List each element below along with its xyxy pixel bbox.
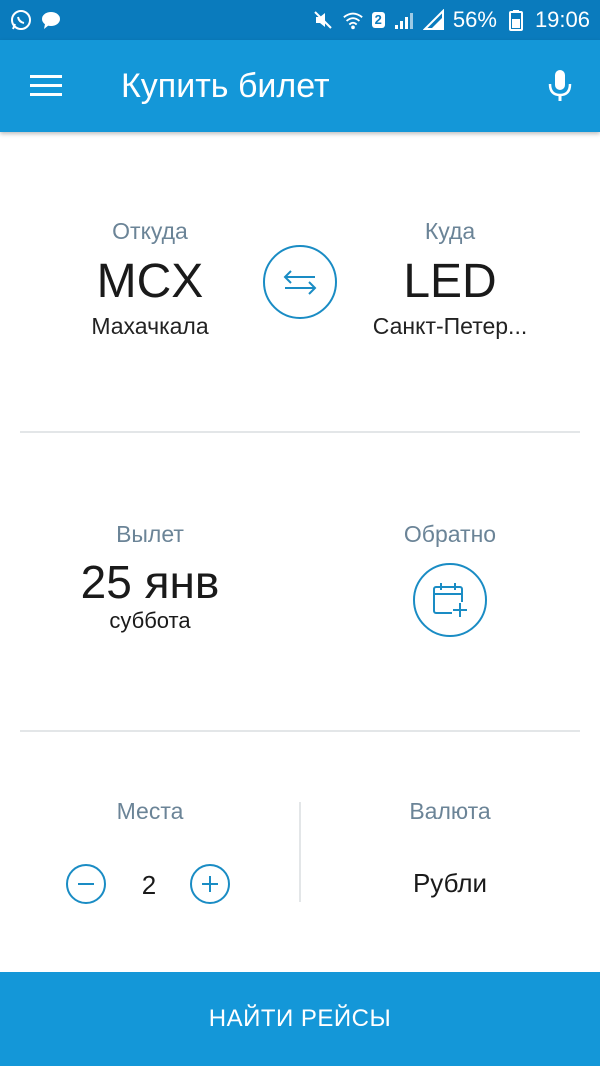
seats-label: Места (116, 798, 184, 824)
destination-label: Куда (424, 218, 476, 244)
increment-seats-button[interactable] (190, 864, 230, 904)
battery-icon (505, 9, 527, 31)
sim-badge: 2 (371, 12, 385, 28)
mute-icon (312, 9, 334, 31)
hamburger-menu-icon[interactable] (22, 66, 70, 106)
destination-selector[interactable]: Куда LED Санкт-Петер... (330, 218, 570, 340)
page-title: Купить билет (121, 67, 330, 105)
route-section: Откуда MCX Махачкала Куда LED Санкт-Пете… (0, 132, 600, 432)
destination-city: Санкт-Петер... (372, 313, 528, 339)
seats-count: 2 (141, 870, 157, 900)
calendar-add-icon (433, 583, 468, 618)
return-date-button[interactable] (413, 563, 487, 637)
status-bar-left (10, 9, 62, 31)
destination-code: LED (403, 255, 497, 308)
currency-label: Валюта (409, 798, 491, 824)
chat-bubble-icon (40, 9, 62, 31)
return-label: Обратно (403, 521, 497, 547)
swap-arrows-icon (283, 270, 317, 295)
clock: 19:06 (534, 7, 590, 32)
divider (20, 431, 580, 433)
vertical-divider (299, 802, 301, 902)
divider (20, 730, 580, 732)
swap-button[interactable] (263, 245, 337, 319)
whatsapp-icon (10, 9, 32, 31)
origin-label: Откуда (112, 218, 188, 244)
microphone-icon[interactable] (538, 64, 582, 108)
plus-icon (202, 876, 218, 892)
seats-stepper: 2 (66, 864, 232, 906)
currency-selector[interactable]: Рубли (330, 868, 570, 899)
return-date-header: Обратно (330, 521, 570, 548)
origin-code: MCX (96, 255, 204, 308)
departure-weekday: суббота (109, 608, 191, 633)
seats-header: Места (30, 798, 270, 825)
departure-label: Вылет (116, 521, 184, 547)
app-bar: Купить билет (0, 40, 600, 132)
departure-date: 25 янв (80, 556, 220, 608)
origin-selector[interactable]: Откуда MCX Махачкала (30, 218, 270, 340)
departure-date-selector[interactable]: Вылет 25 янв суббота (30, 521, 270, 634)
currency-header: Валюта (330, 798, 570, 825)
status-bar-right: 2 56% 19:06 (312, 7, 590, 33)
signal-icon (422, 9, 445, 31)
find-flights-button[interactable]: НАЙТИ РЕЙСЫ (0, 972, 600, 1066)
decrement-seats-button[interactable] (66, 864, 106, 904)
status-bar: 2 56% 19:06 (0, 0, 600, 40)
signal-icon (393, 9, 415, 31)
wifi-icon (342, 9, 364, 31)
minus-icon (78, 883, 94, 885)
battery-percent: 56% (452, 7, 497, 32)
origin-city: Махачкала (91, 313, 209, 339)
